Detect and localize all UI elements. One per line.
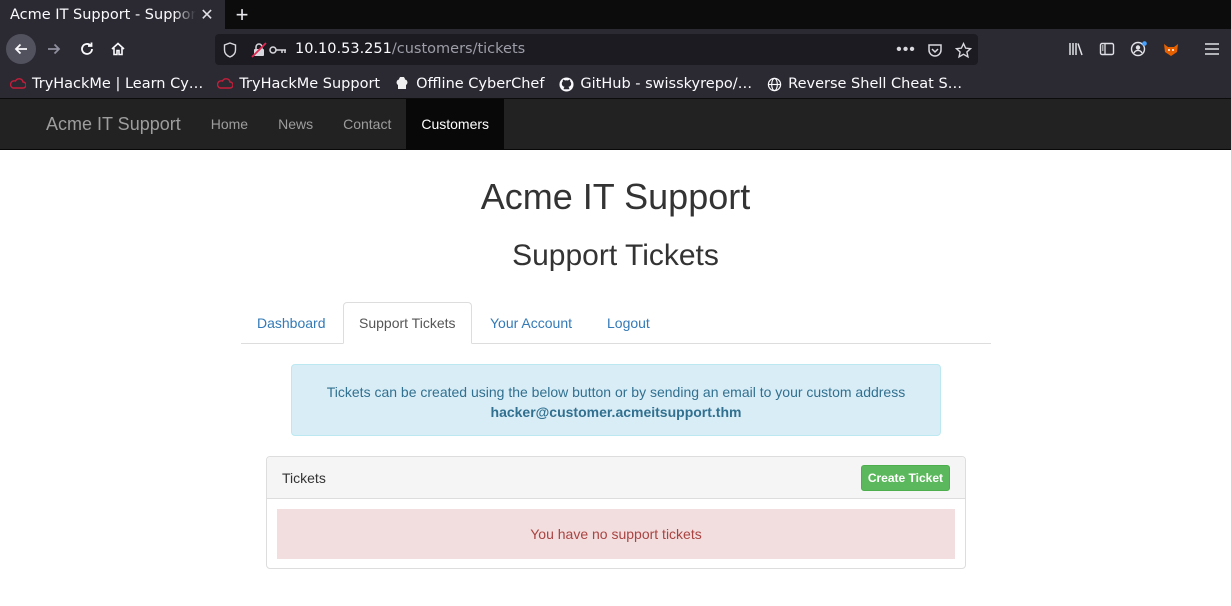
no-tickets-alert: You have no support tickets <box>277 509 955 559</box>
panel-heading: Tickets Create Ticket <box>267 457 965 499</box>
bookmarks-toolbar: TryHackMe | Learn Cy… TryHackMe Support … <box>0 70 1231 99</box>
insecure-lock-icon[interactable] <box>250 41 268 59</box>
page-title: Acme IT Support <box>480 176 751 217</box>
tab-dashboard[interactable]: Dashboard <box>242 302 341 344</box>
menu-icon[interactable] <box>1202 39 1222 59</box>
home-icon[interactable] <box>103 34 133 64</box>
create-ticket-button[interactable]: Create Ticket <box>860 465 950 491</box>
bookmark-item[interactable]: Offline CyberChef <box>394 76 544 92</box>
browser-tab-strip: Acme IT Support - Support Tickets ✕ + <box>0 0 1231 29</box>
close-tab-icon[interactable]: ✕ <box>198 5 216 25</box>
github-icon <box>558 76 574 92</box>
tickets-panel: Tickets Create Ticket You have no suppor… <box>266 456 966 569</box>
library-icon[interactable] <box>1066 39 1086 59</box>
foxyproxy-icon[interactable] <box>1161 39 1181 59</box>
page-subtitle: Support Tickets <box>512 239 719 272</box>
browser-tab-title: Acme IT Support - Support Tickets <box>10 6 196 23</box>
alert-text: Tickets can be created using the below b… <box>326 384 906 400</box>
bookmark-label: TryHackMe | Learn Cy… <box>32 76 204 92</box>
new-tab-icon[interactable]: + <box>227 0 257 29</box>
sidebar-icon[interactable] <box>1097 39 1117 59</box>
thm-icon <box>10 76 26 92</box>
reload-icon[interactable] <box>72 34 102 64</box>
pocket-icon[interactable] <box>926 41 944 59</box>
site-navbar: Acme IT Support Home News Contact Custom… <box>0 99 1231 150</box>
page-content: Acme IT Support Support Tickets Dashboar… <box>0 150 1231 605</box>
shield-icon[interactable] <box>221 41 239 59</box>
bookmark-label: GitHub - swisskyrepo/… <box>580 76 753 92</box>
account-icon[interactable] <box>1129 39 1149 59</box>
alert-email: hacker@customer.acmeitsupport.thm <box>490 404 742 420</box>
chef-hat-icon <box>394 76 410 92</box>
panel-title: Tickets <box>282 469 326 486</box>
account-tabs: Dashboard Support Tickets Your Account L… <box>241 302 991 344</box>
url-bar[interactable]: 10.10.53.251/customers/tickets ••• <box>215 34 978 65</box>
bookmark-label: TryHackMe Support <box>239 76 381 92</box>
browser-tab[interactable]: Acme IT Support - Support Tickets ✕ <box>0 0 225 29</box>
nav-home[interactable]: Home <box>196 99 263 149</box>
site-brand[interactable]: Acme IT Support <box>31 99 196 149</box>
key-icon[interactable] <box>269 41 287 59</box>
nav-news[interactable]: News <box>263 99 328 149</box>
bookmark-label: Offline CyberChef <box>416 76 545 92</box>
bookmark-item[interactable]: TryHackMe Support <box>217 76 380 92</box>
url-text[interactable]: 10.10.53.251/customers/tickets <box>295 41 525 57</box>
bookmark-label: Reverse Shell Cheat S… <box>788 76 963 92</box>
tab-your-account[interactable]: Your Account <box>475 302 587 344</box>
back-icon[interactable] <box>6 34 36 64</box>
more-actions-icon[interactable]: ••• <box>896 41 915 59</box>
forward-icon[interactable] <box>39 34 69 64</box>
globe-icon <box>766 76 782 92</box>
nav-customers[interactable]: Customers <box>406 99 505 149</box>
bookmark-item[interactable]: Reverse Shell Cheat S… <box>766 76 962 92</box>
thm-icon <box>217 76 234 92</box>
bookmark-item[interactable]: GitHub - swisskyrepo/… <box>558 76 752 92</box>
tab-logout[interactable]: Logout <box>592 302 665 344</box>
url-host: 10.10.53.251 <box>295 41 392 57</box>
browser-toolbar: 10.10.53.251/customers/tickets ••• <box>0 29 1231 70</box>
nav-contact[interactable]: Contact <box>328 99 406 149</box>
bookmark-item[interactable]: TryHackMe | Learn Cy… <box>10 76 203 92</box>
bookmark-star-icon[interactable] <box>954 41 972 59</box>
tab-support-tickets[interactable]: Support Tickets <box>343 302 472 344</box>
info-alert: Tickets can be created using the below b… <box>291 364 941 436</box>
url-path: /customers/tickets <box>391 41 526 57</box>
